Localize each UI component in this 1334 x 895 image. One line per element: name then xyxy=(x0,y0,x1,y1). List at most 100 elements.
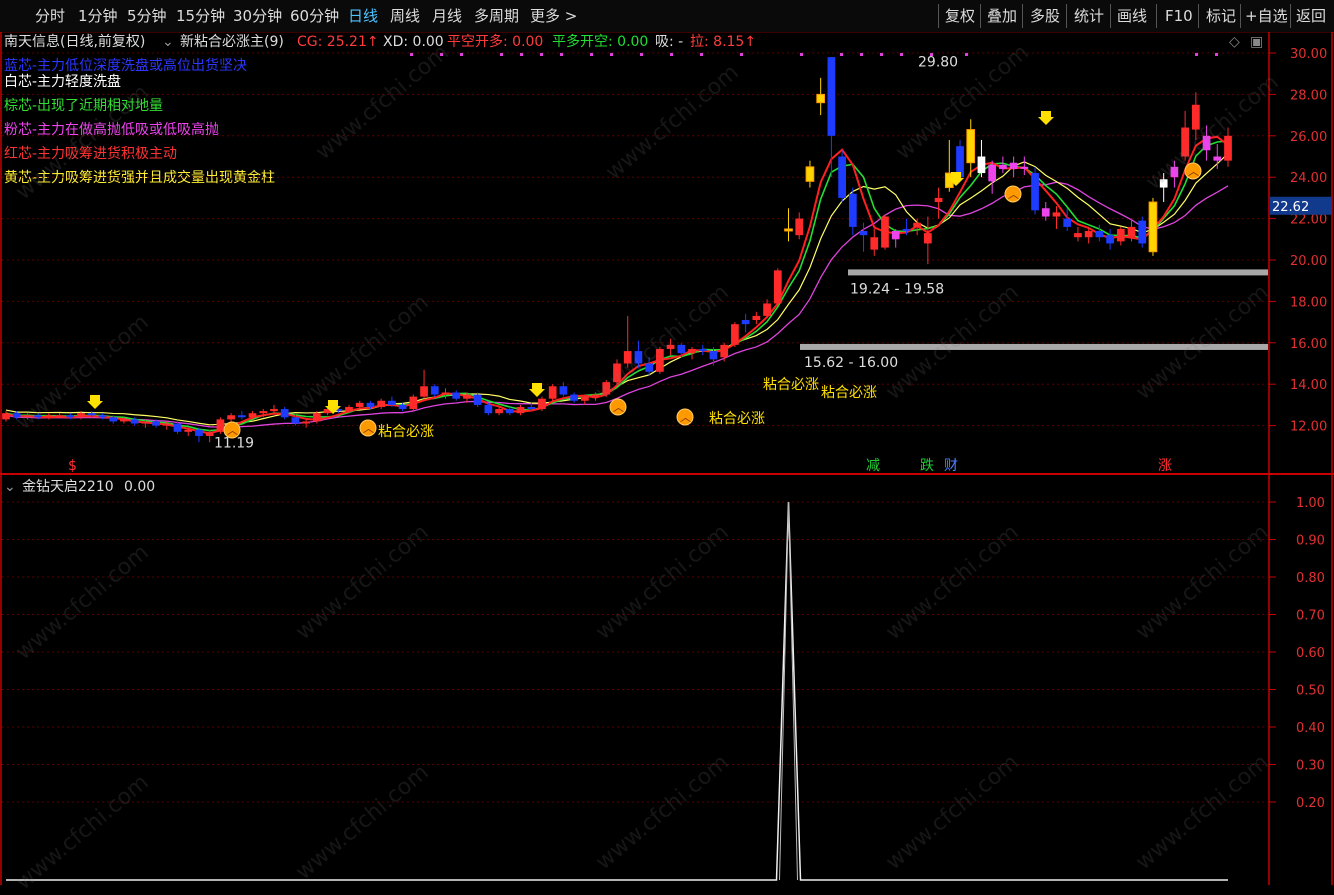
la-value: 拉: 8.15↑ xyxy=(690,34,757,50)
overlay-button[interactable]: 叠加 xyxy=(987,0,1017,32)
down-arrow-icon xyxy=(325,400,341,414)
y-tick-label: 28.00 xyxy=(1290,88,1327,103)
add-favorite-button[interactable]: +自选 xyxy=(1245,0,1288,32)
candle-body xyxy=(623,351,632,364)
tab-monthly[interactable]: 月线 xyxy=(432,0,462,32)
signal-label: 粘合必涨 xyxy=(821,385,877,401)
y-tick-label: 20.00 xyxy=(1290,254,1327,269)
y-tick-label: 12.00 xyxy=(1290,420,1327,435)
candle-body xyxy=(570,394,578,401)
candle-body xyxy=(913,222,921,227)
candle-body xyxy=(602,382,611,395)
candle-body xyxy=(559,386,568,395)
draw-line-button[interactable]: 画线 xyxy=(1117,0,1147,32)
sub-y-tick-label: 0.20 xyxy=(1296,796,1325,811)
top-dot-marker xyxy=(860,53,863,56)
candle-body xyxy=(1020,166,1029,169)
watermark-text: www.cfchi.com xyxy=(591,279,734,406)
candle-body xyxy=(1052,212,1061,217)
candle-body xyxy=(956,146,964,178)
candle-body xyxy=(538,398,546,410)
candle-body xyxy=(645,363,654,372)
top-dot-marker xyxy=(930,53,933,56)
tab-weekly[interactable]: 周线 xyxy=(390,0,420,32)
candle-body xyxy=(1074,233,1082,238)
multi-stock-button[interactable]: 多股 xyxy=(1030,0,1060,32)
period-toolbar: 分时 1分钟 5分钟 15分钟 30分钟 60分钟 日线 周线 月线 多周期 更… xyxy=(0,0,1334,33)
sub-toggle-icon[interactable]: ⌄ xyxy=(4,477,16,497)
candle-body xyxy=(859,231,868,236)
candle-body xyxy=(34,415,43,418)
diamond-icon[interactable]: ◇ xyxy=(1229,32,1240,52)
up-badge-icon xyxy=(609,398,627,416)
top-dot-marker xyxy=(590,53,593,56)
down-arrow-icon xyxy=(87,395,103,409)
candle-body xyxy=(120,419,128,422)
tab-minute[interactable]: 分时 xyxy=(35,0,65,32)
candle-body xyxy=(162,423,171,426)
top-dot-marker xyxy=(965,53,968,56)
candle-body xyxy=(988,164,997,182)
watermark-text: www.cfchi.com xyxy=(591,749,734,876)
signal-label: 粘合必涨 xyxy=(763,377,819,393)
candle-body xyxy=(1106,235,1114,244)
candle-body xyxy=(463,394,471,399)
up-badge-glyph: ︿ xyxy=(363,422,374,435)
top-dot-marker xyxy=(460,53,463,56)
candle-body xyxy=(248,413,257,418)
tab-more[interactable]: 更多 > xyxy=(530,0,577,32)
indicator-toggle-icon[interactable]: ⌄ xyxy=(162,32,174,52)
watermark-text: www.cfchi.com xyxy=(601,59,744,186)
watermark-text: www.cfchi.com xyxy=(11,769,154,895)
tab-daily[interactable]: 日线 xyxy=(348,0,378,32)
watermark-text: www.cfchi.com xyxy=(881,749,1024,876)
back-button[interactable]: 返回 xyxy=(1296,0,1326,32)
legend-red: 红芯-主力吸筹进货积极主动 xyxy=(4,146,178,162)
tab-1min[interactable]: 1分钟 xyxy=(78,0,118,32)
f10-button[interactable]: F10 xyxy=(1165,0,1193,32)
tab-5min[interactable]: 5分钟 xyxy=(127,0,167,32)
candle-body xyxy=(1127,226,1136,238)
candle-body xyxy=(12,413,21,418)
candle-body xyxy=(334,409,343,412)
statistics-button[interactable]: 统计 xyxy=(1074,0,1104,32)
mark-button[interactable]: 标记 xyxy=(1206,0,1236,32)
candle-body xyxy=(1181,127,1189,157)
candle-body xyxy=(291,417,300,424)
candle-body xyxy=(1031,173,1039,211)
legend-white: 白芯-主力轻度洗盘 xyxy=(4,74,122,90)
candle-body xyxy=(388,400,396,405)
candle-body xyxy=(173,423,182,432)
candle-body xyxy=(2,413,10,420)
tab-15min[interactable]: 15分钟 xyxy=(176,0,225,32)
up-badge-glyph: ︿ xyxy=(613,401,624,414)
sub-y-tick-label: 1.00 xyxy=(1296,496,1325,511)
sub-indicator-name[interactable]: 金钻天启2210 xyxy=(22,477,114,497)
sub-y-tick-label: 0.30 xyxy=(1296,759,1325,774)
top-dot-marker xyxy=(1195,53,1198,56)
top-dot-marker xyxy=(800,53,803,56)
candle-body xyxy=(1063,218,1072,227)
bottom-signal-tag: 减 xyxy=(866,458,880,474)
bottom-signal-tag: $ xyxy=(68,458,77,474)
candle-body xyxy=(516,406,525,414)
ma-magenta-line xyxy=(5,181,1229,428)
watermark-text: www.cfchi.com xyxy=(311,39,454,166)
candle-body xyxy=(23,415,32,418)
zone-lower-bar xyxy=(800,343,1268,350)
watermark-text: www.cfchi.com xyxy=(291,519,434,646)
restore-rights-button[interactable]: 复权 xyxy=(945,0,975,32)
indicator-name[interactable]: 新粘合必涨主(9) xyxy=(180,32,284,52)
watermark-text: www.cfchi.com xyxy=(1131,279,1274,406)
candle-body xyxy=(720,344,729,358)
candle-body xyxy=(1191,104,1200,130)
top-dot-marker xyxy=(880,53,883,56)
tab-30min[interactable]: 30分钟 xyxy=(233,0,282,32)
candle-body xyxy=(1138,220,1147,244)
candle-body xyxy=(977,156,986,174)
candle-body xyxy=(398,404,407,410)
tab-60min[interactable]: 60分钟 xyxy=(290,0,339,32)
window-icon[interactable]: ▣ xyxy=(1250,32,1263,52)
tab-multi-period[interactable]: 多周期 xyxy=(474,0,519,32)
candle-body xyxy=(77,413,85,418)
